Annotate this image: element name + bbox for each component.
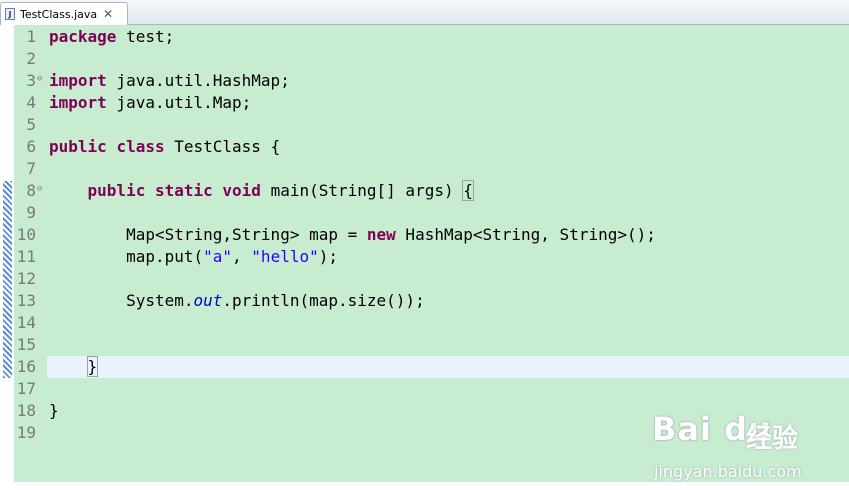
watermark: Bai du 经验 jingyan.baidu.com	[650, 410, 840, 490]
code-text: public static void main(String[] args) {	[47, 180, 849, 202]
code-token: Map<String,String> map =	[49, 225, 367, 244]
code-token: .println(map.size());	[222, 291, 425, 310]
code-text: public class TestClass {	[47, 136, 849, 158]
code-line[interactable]: 5	[0, 114, 849, 136]
java-file-icon: J	[5, 8, 15, 20]
code-line[interactable]: 1 package test;	[0, 26, 849, 48]
watermark-url: jingyan.baidu.com	[654, 462, 802, 481]
code-token: void	[222, 181, 261, 200]
code-text: map.put("a", "hello");	[47, 246, 849, 268]
watermark-cn: 经验	[746, 424, 799, 454]
code-token: java.util.Map;	[106, 93, 252, 112]
line-number: 19	[16, 423, 36, 442]
code-token: );	[318, 247, 338, 266]
line-number: 7	[26, 159, 36, 178]
code-token: public	[87, 181, 146, 200]
line-number: 13	[16, 291, 36, 310]
line-number: 18	[16, 401, 36, 420]
code-token: package	[49, 27, 117, 46]
tab-title: TestClass.java	[20, 7, 98, 21]
code-line[interactable]: 12	[0, 268, 849, 290]
code-token: public	[49, 137, 107, 156]
editor-tab-bar: J TestClass.java ✕	[0, 0, 849, 25]
code-token: }	[49, 401, 59, 420]
line-number: 16	[16, 357, 36, 376]
line-number: 4	[26, 93, 36, 112]
code-line[interactable]: 4 import java.util.Map;	[0, 92, 849, 114]
code-line[interactable]: 10 Map<String,String> map = new HashMap<…	[0, 224, 849, 246]
code-token: "a"	[203, 247, 233, 266]
code-token: test;	[116, 27, 175, 46]
code-line[interactable]: 15	[0, 334, 849, 356]
line-number: 6	[26, 137, 36, 156]
tab-testclass-java[interactable]: J TestClass.java ✕	[0, 2, 128, 25]
fold-collapse-icon[interactable]: ⊖	[37, 74, 42, 84]
line-number: 11	[16, 247, 36, 266]
code-token: new	[366, 225, 396, 244]
code-token: import	[49, 71, 107, 90]
line-number: 17	[16, 379, 36, 398]
code-text: import java.util.HashMap;	[47, 70, 849, 92]
code-line[interactable]: 16 }	[0, 356, 849, 378]
code-text: import java.util.Map;	[47, 92, 849, 114]
close-icon[interactable]: ✕	[103, 7, 113, 21]
line-number: 5	[26, 115, 36, 134]
code-token: HashMap<String, String>();	[395, 225, 656, 244]
code-token: java.util.HashMap;	[106, 71, 290, 90]
code-text: System.out.println(map.size());	[47, 290, 849, 312]
code-token: System.	[49, 291, 194, 310]
line-number: 9	[26, 203, 36, 222]
code-line[interactable]: 2	[0, 48, 849, 70]
code-text: package test;	[47, 26, 849, 48]
code-editor[interactable]: 1 package test; 2 3 ⊖ import java.util.HashMa…	[0, 25, 849, 482]
code-token: "hello"	[251, 247, 319, 266]
code-token: import	[49, 93, 107, 112]
code-line[interactable]: 6 public class TestClass {	[0, 136, 849, 158]
line-number: 10	[16, 225, 36, 244]
code-line[interactable]: 13 System.out.println(map.size());	[0, 290, 849, 312]
code-line[interactable]: 9	[0, 202, 849, 224]
line-number: 12	[16, 269, 36, 288]
code-line[interactable]: 17	[0, 378, 849, 400]
code-token: main(String[] args)	[260, 181, 464, 200]
code-text: }	[47, 356, 849, 378]
line-number: 8	[26, 181, 36, 200]
code-token: class	[116, 137, 165, 156]
code-token: }	[86, 356, 99, 377]
line-number: 1	[26, 27, 36, 46]
code-text: Map<String,String> map = new HashMap<Str…	[47, 224, 849, 246]
code-token: out	[193, 291, 223, 310]
fold-collapse-icon[interactable]: ⊖	[37, 184, 42, 194]
code-line[interactable]: 11 map.put("a", "hello");	[0, 246, 849, 268]
code-token: {	[462, 180, 474, 201]
line-number: 3	[26, 71, 36, 90]
code-line[interactable]: 14	[0, 312, 849, 334]
line-number: 14	[16, 313, 36, 332]
code-line[interactable]: 3 ⊖ import java.util.HashMap;	[0, 70, 849, 92]
code-token: static	[154, 181, 213, 200]
code-token: TestClass {	[164, 137, 281, 156]
line-number: 2	[26, 49, 36, 68]
line-number: 15	[16, 335, 36, 354]
code-token: ,	[232, 247, 252, 266]
code-line[interactable]: 7	[0, 158, 849, 180]
code-line[interactable]: 8 ⊖ public static void main(String[] args…	[0, 180, 849, 202]
code-token: map.put(	[49, 247, 204, 266]
